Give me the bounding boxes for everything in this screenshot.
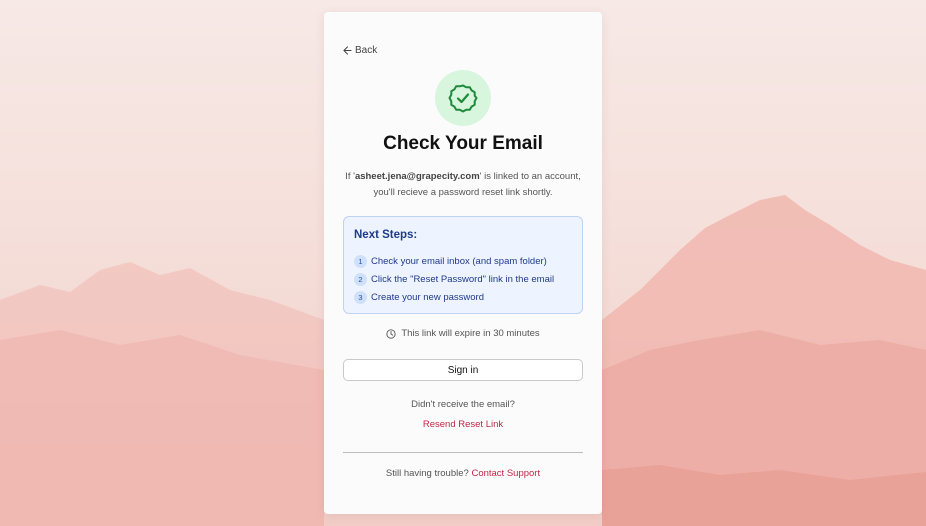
step-item: 2 Click the "Reset Password" link in the… xyxy=(354,273,554,286)
step-text: Check your email inbox (and spam folder) xyxy=(371,256,547,267)
step-number: 1 xyxy=(354,255,367,268)
next-steps-panel: Next Steps: 1 Check your email inbox (an… xyxy=(343,216,583,314)
sign-in-button[interactable]: Sign in xyxy=(343,359,583,381)
link-expiry-notice: This link will expire in 30 minutes xyxy=(324,328,602,339)
step-item: 1 Check your email inbox (and spam folde… xyxy=(354,255,547,268)
back-label: Back xyxy=(355,45,378,56)
step-number: 2 xyxy=(354,273,367,286)
check-badge-icon xyxy=(448,84,478,113)
back-link[interactable]: Back xyxy=(343,45,377,56)
step-number: 3 xyxy=(354,291,367,304)
success-badge xyxy=(435,70,491,126)
message-line-2: you'll recieve a password reset link sho… xyxy=(373,187,553,198)
not-received-text: Didn't receive the email? xyxy=(411,399,515,410)
arrow-left-icon xyxy=(343,46,352,55)
user-email: asheet.jena@grapecity.com xyxy=(354,171,480,182)
reset-confirmation-card: Back Check Your Email If 'asheet.jena@gr… xyxy=(324,12,602,514)
resend-reset-link[interactable]: Resend Reset Link xyxy=(324,419,602,430)
page-title: Check Your Email xyxy=(383,133,543,154)
contact-support-link[interactable]: Contact Support xyxy=(471,468,540,479)
step-text: Create your new password xyxy=(371,292,484,303)
next-steps-title: Next Steps: xyxy=(354,229,418,241)
support-footer: Still having trouble? Contact Support xyxy=(324,468,602,479)
message-line-1: If 'asheet.jena@grapecity.com' is linked… xyxy=(345,171,581,182)
divider xyxy=(343,452,583,453)
reset-message: If 'asheet.jena@grapecity.com' is linked… xyxy=(338,169,588,201)
step-item: 3 Create your new password xyxy=(354,291,484,304)
support-prefix: Still having trouble? xyxy=(385,468,472,479)
step-text: Click the "Reset Password" link in the e… xyxy=(371,274,555,285)
expiry-text: This link will expire in 30 minutes xyxy=(401,328,540,339)
clock-icon xyxy=(386,328,396,339)
